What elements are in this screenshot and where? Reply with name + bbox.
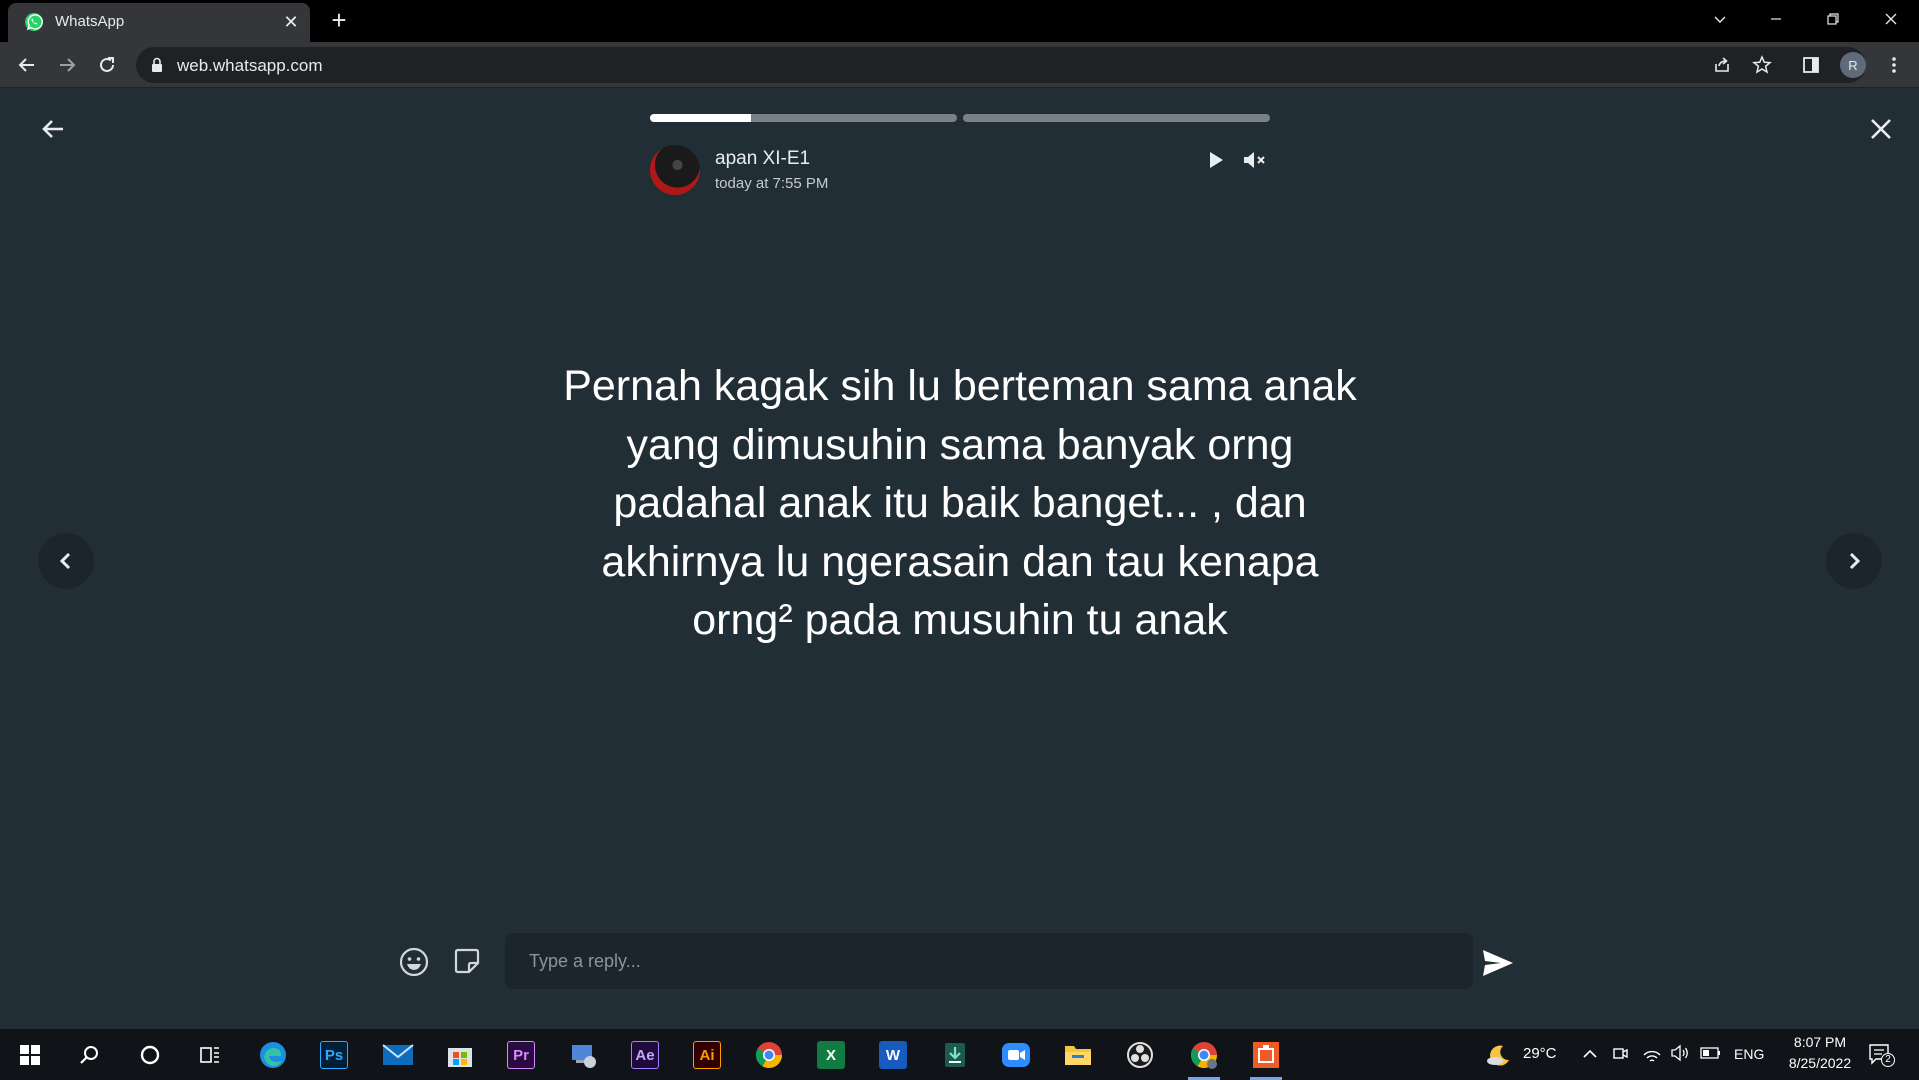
battery-icon[interactable] xyxy=(1700,1046,1722,1060)
microsoft-store-icon[interactable] xyxy=(442,1037,478,1073)
downloader-icon[interactable] xyxy=(937,1037,973,1073)
chevron-left-icon xyxy=(59,552,71,570)
mail-icon[interactable] xyxy=(380,1037,416,1073)
notification-center-icon[interactable]: 2 xyxy=(1868,1043,1895,1067)
browser-menu-icon[interactable] xyxy=(1882,53,1906,77)
zoom-icon[interactable] xyxy=(998,1037,1034,1073)
status-timestamp: today at 7:55 PM xyxy=(715,175,829,192)
tab-close-icon[interactable]: ✕ xyxy=(280,11,302,33)
clock-date[interactable]: 8/25/2022 xyxy=(1775,1055,1865,1071)
task-view-icon[interactable] xyxy=(192,1037,228,1073)
progress-fill xyxy=(650,114,752,122)
windows-start-icon[interactable] xyxy=(12,1037,48,1073)
illustrator-icon[interactable]: Ai xyxy=(689,1037,725,1073)
profile-avatar[interactable]: R xyxy=(1840,52,1866,78)
sticker-icon[interactable] xyxy=(452,946,482,976)
excel-icon[interactable]: X xyxy=(813,1037,849,1073)
after-effects-icon[interactable]: Ae xyxy=(627,1037,663,1073)
emoji-icon[interactable] xyxy=(398,946,430,978)
new-tab-button[interactable]: + xyxy=(325,6,353,34)
mute-icon[interactable] xyxy=(1242,149,1268,171)
chrome-profile-icon[interactable] xyxy=(1186,1037,1222,1080)
photoshop-icon[interactable]: Ps xyxy=(316,1037,352,1073)
url-text[interactable]: web.whatsapp.com xyxy=(177,56,323,76)
search-icon[interactable] xyxy=(71,1037,107,1073)
status-progress-segment xyxy=(963,114,1270,122)
lock-icon[interactable] xyxy=(150,57,164,73)
file-explorer-icon[interactable] xyxy=(1060,1037,1096,1073)
send-icon[interactable] xyxy=(1481,948,1515,978)
browser-tab-strip: WhatsApp ✕ + xyxy=(0,0,1919,42)
status-text: Pernah kagak sih lu berteman sama anak y… xyxy=(563,362,1357,644)
arrow-left-icon xyxy=(18,58,34,72)
contact-avatar[interactable] xyxy=(650,145,700,195)
weather-temperature[interactable]: 29°C xyxy=(1523,1045,1557,1062)
clock-time[interactable]: 8:07 PM xyxy=(1785,1034,1855,1050)
next-status-button[interactable] xyxy=(1826,533,1882,589)
minimize-button[interactable] xyxy=(1748,0,1804,38)
word-icon[interactable]: W xyxy=(875,1037,911,1073)
wifi-icon[interactable] xyxy=(1642,1043,1662,1063)
contact-name[interactable]: apan XI-E1 xyxy=(715,148,810,170)
weather-moon-icon[interactable] xyxy=(1480,1037,1516,1073)
obs-icon[interactable] xyxy=(1122,1037,1158,1073)
chrome-icon[interactable] xyxy=(751,1037,787,1073)
reload-icon xyxy=(100,57,114,72)
premiere-icon[interactable]: Pr xyxy=(503,1037,539,1073)
previous-status-button[interactable] xyxy=(38,533,94,589)
tab-title: WhatsApp xyxy=(55,13,125,30)
status-viewer: apan XI-E1 today at 7:55 PM Pernah kagak… xyxy=(0,89,1919,1029)
share-icon[interactable] xyxy=(1712,55,1732,75)
chevron-right-icon xyxy=(1849,552,1861,570)
play-icon[interactable] xyxy=(1204,149,1226,171)
back-arrow-icon[interactable] xyxy=(38,114,68,144)
language-indicator[interactable]: ENG xyxy=(1734,1046,1764,1062)
notification-count-badge: 2 xyxy=(1881,1053,1895,1067)
forward-button[interactable] xyxy=(51,49,83,81)
restore-button[interactable] xyxy=(1805,0,1861,38)
whatsapp-logo-icon xyxy=(25,13,43,31)
address-bar[interactable]: web.whatsapp.com xyxy=(136,47,1866,83)
close-window-button[interactable] xyxy=(1863,0,1919,38)
arrow-right-icon xyxy=(60,58,76,72)
reply-input[interactable] xyxy=(505,933,1473,989)
control-panel-icon[interactable] xyxy=(565,1037,601,1073)
tray-chevron-up-icon[interactable] xyxy=(1582,1047,1598,1061)
windows-taskbar: Ps Pr Ae Ai X W 29°C ENG 8:07 PM 8/25/20… xyxy=(0,1029,1919,1080)
cortana-icon[interactable] xyxy=(132,1037,168,1073)
side-panel-icon[interactable] xyxy=(1799,53,1823,77)
screen-recorder-icon[interactable] xyxy=(1248,1037,1284,1080)
reload-button[interactable] xyxy=(91,49,123,81)
back-button[interactable] xyxy=(11,49,43,81)
bookmark-star-icon[interactable] xyxy=(1752,55,1772,75)
edge-icon[interactable] xyxy=(255,1037,291,1073)
tab-search-chevron-icon[interactable] xyxy=(1692,0,1748,38)
close-viewer-icon[interactable] xyxy=(1866,114,1896,144)
status-progress-segment xyxy=(650,114,957,122)
browser-toolbar: web.whatsapp.com xyxy=(0,42,1919,88)
tab-whatsapp[interactable]: WhatsApp ✕ xyxy=(8,3,310,42)
volume-icon[interactable] xyxy=(1670,1044,1690,1062)
meet-now-icon[interactable] xyxy=(1612,1044,1628,1064)
